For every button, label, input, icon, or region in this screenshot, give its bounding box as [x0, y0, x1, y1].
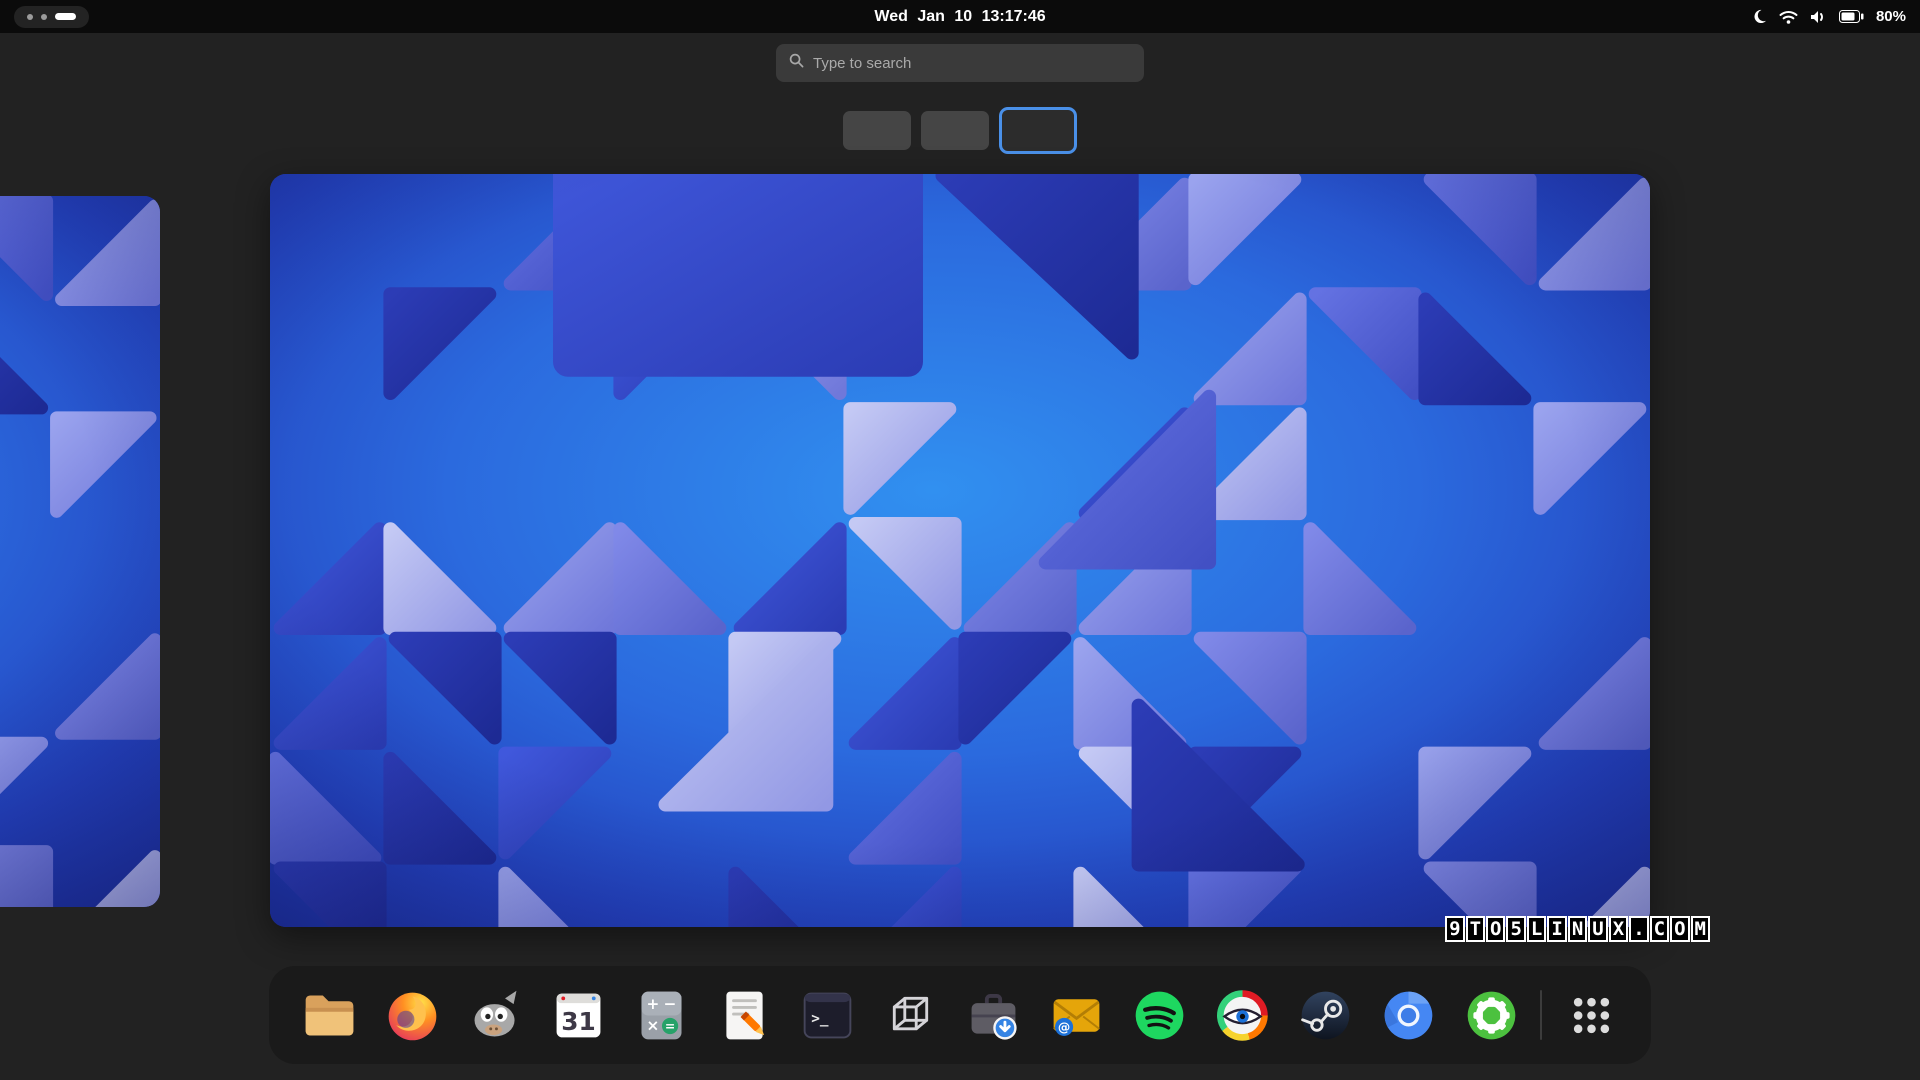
dock-item-spotify[interactable]	[1125, 981, 1193, 1049]
watermark-char: L	[1527, 916, 1546, 942]
watermark-char: .	[1629, 916, 1648, 942]
dock: 31 +−× = >_ @	[269, 966, 1651, 1064]
watermark-char: T	[1466, 916, 1485, 942]
wifi-icon	[1779, 10, 1798, 24]
volume-icon	[1810, 10, 1827, 24]
dock-item-text-editor[interactable]	[710, 981, 778, 1049]
wallpaper-art	[0, 196, 160, 907]
dock-item-calculator[interactable]: +−× =	[627, 981, 695, 1049]
dock-separator	[1540, 990, 1542, 1040]
svg-text:31: 31	[561, 1006, 595, 1035]
svg-text:=: =	[664, 1018, 674, 1033]
top-bar: Wed Jan 10 13:17:46 80%	[0, 0, 1920, 33]
wallpaper-adjacent	[0, 196, 160, 907]
watermark-char: U	[1588, 916, 1607, 942]
workspace-preview-adjacent[interactable]	[0, 196, 160, 907]
files-icon	[299, 985, 360, 1046]
workspace-thumb-1[interactable]	[843, 111, 911, 150]
dock-item-gimp[interactable]	[461, 981, 529, 1049]
workspace-switcher	[843, 107, 1077, 154]
svg-text:@: @	[1057, 1019, 1069, 1034]
svg-text:>_: >_	[811, 1011, 829, 1027]
dock-item-settings[interactable]	[1457, 981, 1525, 1049]
wallpaper-art	[270, 174, 1650, 927]
workspace-thumb-3-active[interactable]	[999, 107, 1077, 154]
workspace-indicator-dot	[27, 14, 33, 20]
chromium-icon	[1378, 985, 1439, 1046]
mail-icon: @	[1046, 985, 1107, 1046]
search-icon	[789, 53, 804, 73]
text-editor-icon	[714, 985, 775, 1046]
search-input[interactable]: Type to search	[776, 44, 1144, 82]
dock-item-steam[interactable]	[1291, 981, 1359, 1049]
dock-item-show-apps[interactable]	[1557, 981, 1625, 1049]
watermark: 9TO5LINUX.COM	[1444, 916, 1710, 942]
dock-item-calendar[interactable]: 31	[544, 981, 612, 1049]
workspace-preview-active[interactable]	[270, 174, 1650, 927]
watermark-char: O	[1486, 916, 1505, 942]
svg-text:+: +	[646, 994, 659, 1012]
steam-icon	[1295, 985, 1356, 1046]
watermark-char: M	[1691, 916, 1710, 942]
clock[interactable]: Wed Jan 10 13:17:46	[874, 8, 1045, 26]
workspace-indicator-active-pill	[55, 13, 76, 20]
xnview-icon	[1212, 985, 1273, 1046]
boxes-icon	[880, 985, 941, 1046]
dark-mode-moon-icon	[1752, 9, 1767, 24]
spotify-icon	[1129, 985, 1190, 1046]
dock-item-software-installer[interactable]	[959, 981, 1027, 1049]
watermark-char: C	[1650, 916, 1669, 942]
dock-item-mail[interactable]: @	[1042, 981, 1110, 1049]
show-apps-icon	[1561, 985, 1622, 1046]
watermark-char: 9	[1445, 916, 1464, 942]
dock-item-xnview[interactable]	[1208, 981, 1276, 1049]
calculator-icon: +−× =	[631, 985, 692, 1046]
workspace-indicator-dot	[41, 14, 47, 20]
dock-item-files[interactable]	[295, 981, 363, 1049]
workspace-thumb-2[interactable]	[921, 111, 989, 150]
calendar-icon: 31	[548, 985, 609, 1046]
dock-item-terminal[interactable]: >_	[793, 981, 861, 1049]
activities-workspace-indicator[interactable]	[14, 6, 89, 28]
svg-text:×: ×	[646, 1016, 659, 1034]
watermark-char: 5	[1506, 916, 1525, 942]
watermark-char: O	[1670, 916, 1689, 942]
system-status-area[interactable]: 80%	[1752, 0, 1906, 33]
svg-text:−: −	[663, 994, 676, 1012]
dock-item-firefox[interactable]	[378, 981, 446, 1049]
gimp-icon	[465, 985, 526, 1046]
battery-icon	[1839, 10, 1864, 23]
firefox-icon	[382, 985, 443, 1046]
settings-icon	[1461, 985, 1522, 1046]
software-installer-icon	[963, 985, 1024, 1046]
watermark-char: X	[1609, 916, 1628, 942]
dock-item-chromium[interactable]	[1374, 981, 1442, 1049]
dock-item-boxes[interactable]	[876, 981, 944, 1049]
watermark-char: N	[1568, 916, 1587, 942]
search-placeholder: Type to search	[813, 55, 911, 72]
battery-percent: 80%	[1876, 8, 1906, 25]
watermark-char: I	[1547, 916, 1566, 942]
terminal-icon: >_	[797, 985, 858, 1046]
